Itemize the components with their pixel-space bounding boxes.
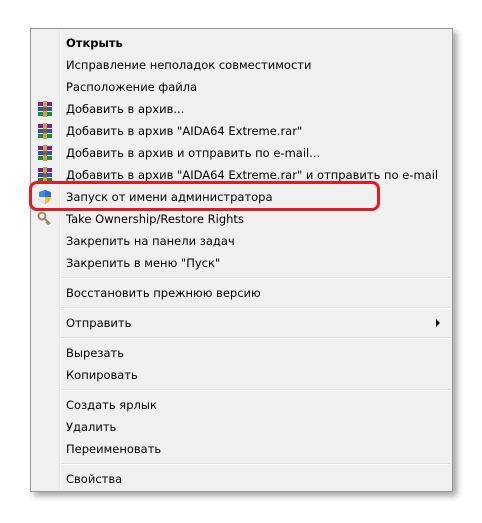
menu-item-copy[interactable]: Копировать bbox=[33, 364, 450, 386]
menu-item-create-shortcut[interactable]: Создать ярлык bbox=[33, 394, 450, 416]
menu-item-label: Создать ярлык bbox=[66, 398, 157, 412]
menu-item-label: Запуск от имени администратора bbox=[66, 190, 273, 204]
menu-item-restore-previous-versions[interactable]: Восстановить прежнюю версию bbox=[33, 282, 450, 304]
menu-item-label: Take Ownership/Restore Rights bbox=[66, 212, 244, 226]
menu-item-archive-and-email[interactable]: Добавить в архив и отправить по e-mail..… bbox=[33, 142, 450, 164]
menu-item-label: Удалить bbox=[66, 420, 117, 434]
context-menu: Открыть Исправление неполадок совместимо… bbox=[30, 28, 453, 492]
menu-separator bbox=[61, 337, 450, 339]
menu-item-troubleshoot-compatibility[interactable]: Исправление неполадок совместимости bbox=[33, 54, 450, 76]
menu-item-add-to-archive[interactable]: Добавить в архив... bbox=[33, 98, 450, 120]
menu-item-label: Добавить в архив и отправить по e-mail..… bbox=[66, 146, 321, 160]
menu-item-add-to-named-archive[interactable]: Добавить в архив "AIDA64 Extreme.rar" bbox=[33, 120, 450, 142]
menu-item-open-file-location[interactable]: Расположение файла bbox=[33, 76, 450, 98]
winrar-icon bbox=[38, 167, 52, 183]
menu-separator bbox=[61, 463, 450, 465]
menu-item-label: Добавить в архив "AIDA64 Extreme.rar" и … bbox=[66, 168, 439, 182]
winrar-icon bbox=[38, 101, 52, 117]
menu-item-send-to[interactable]: Отправить bbox=[33, 312, 450, 334]
menu-item-label: Вырезать bbox=[66, 346, 124, 360]
menu-item-pin-to-taskbar[interactable]: Закрепить на панели задач bbox=[33, 230, 450, 252]
menu-item-label: Свойства bbox=[66, 472, 123, 486]
menu-item-properties[interactable]: Свойства bbox=[33, 468, 450, 490]
winrar-icon bbox=[38, 145, 52, 161]
menu-item-cut[interactable]: Вырезать bbox=[33, 342, 450, 364]
menu-item-open[interactable]: Открыть bbox=[33, 32, 450, 54]
menu-item-label: Закрепить в меню "Пуск" bbox=[66, 256, 221, 270]
menu-separator bbox=[61, 307, 450, 309]
menu-item-take-ownership[interactable]: Take Ownership/Restore Rights bbox=[33, 208, 450, 230]
menu-item-delete[interactable]: Удалить bbox=[33, 416, 450, 438]
menu-item-label: Отправить bbox=[66, 316, 132, 330]
menu-item-label: Копировать bbox=[66, 368, 138, 382]
menu-item-rename[interactable]: Переименовать bbox=[33, 438, 450, 460]
menu-item-label: Переименовать bbox=[66, 442, 162, 456]
screenshot-stage: Открыть Исправление неполадок совместимо… bbox=[0, 0, 482, 523]
menu-item-label: Добавить в архив... bbox=[66, 102, 185, 116]
menu-item-named-archive-and-email[interactable]: Добавить в архив "AIDA64 Extreme.rar" и … bbox=[33, 164, 450, 186]
menu-separator bbox=[61, 389, 450, 391]
menu-item-label: Закрепить на панели задач bbox=[66, 234, 235, 248]
winrar-icon bbox=[38, 123, 52, 139]
menu-item-label: Расположение файла bbox=[66, 80, 198, 94]
menu-item-label: Восстановить прежнюю версию bbox=[66, 286, 261, 300]
menu-separator bbox=[61, 277, 450, 279]
menu-item-label: Добавить в архив "AIDA64 Extreme.rar" bbox=[66, 124, 303, 138]
menu-item-pin-to-start-menu[interactable]: Закрепить в меню "Пуск" bbox=[33, 252, 450, 274]
menu-item-label: Исправление неполадок совместимости bbox=[66, 58, 312, 72]
uac-shield-icon bbox=[39, 190, 51, 204]
submenu-arrow-icon bbox=[436, 319, 440, 327]
menu-item-run-as-administrator[interactable]: Запуск от имени администратора bbox=[33, 186, 450, 208]
menu-item-label: Открыть bbox=[66, 36, 123, 50]
key-icon bbox=[37, 211, 51, 226]
